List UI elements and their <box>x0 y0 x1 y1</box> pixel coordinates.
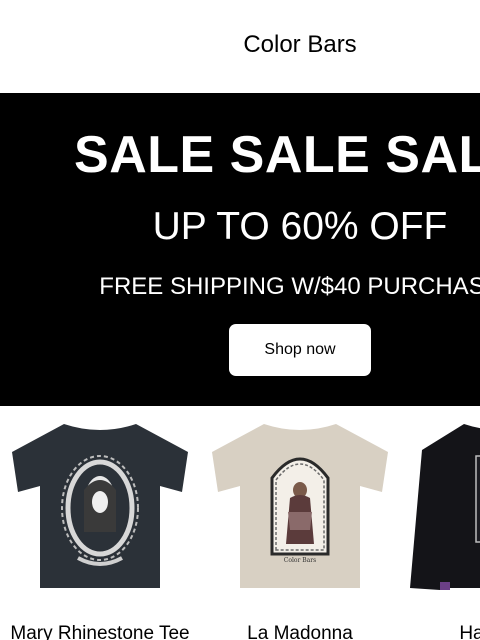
free-shipping-text: FREE SHIPPING W/$40 PURCHASE <box>99 273 480 300</box>
product-image-mary-tee[interactable] <box>0 420 200 600</box>
product-name[interactable]: Have You <box>400 623 480 640</box>
brand-logo[interactable]: Color Bars <box>0 31 480 59</box>
product-image-la-madonna[interactable]: Color Bars <box>200 420 400 600</box>
sweatshirt-shape <box>410 424 480 590</box>
product-card-mary[interactable]: Mary Rhinestone Tee <box>0 406 200 640</box>
product-card-have-you[interactable]: Have You <box>400 406 480 640</box>
product-name[interactable]: La Madonna <box>200 623 400 640</box>
shop-now-button[interactable]: Shop now <box>229 324 371 376</box>
product-row: Mary Rhinestone Tee Color Bars La Madonn… <box>0 406 480 640</box>
sale-headline: SALE SALE SALE <box>74 126 480 184</box>
sale-banner: SALE SALE SALE UP TO 60% OFF FREE SHIPPI… <box>0 93 480 406</box>
product-image-have-you[interactable] <box>400 420 480 600</box>
product-card-la-madonna[interactable]: Color Bars La Madonna <box>200 406 400 640</box>
product-name[interactable]: Mary Rhinestone Tee <box>0 623 200 640</box>
email-header: Color Bars <box>0 0 480 93</box>
discount-text: UP TO 60% OFF <box>152 205 448 248</box>
svg-text:Color Bars: Color Bars <box>284 557 316 564</box>
